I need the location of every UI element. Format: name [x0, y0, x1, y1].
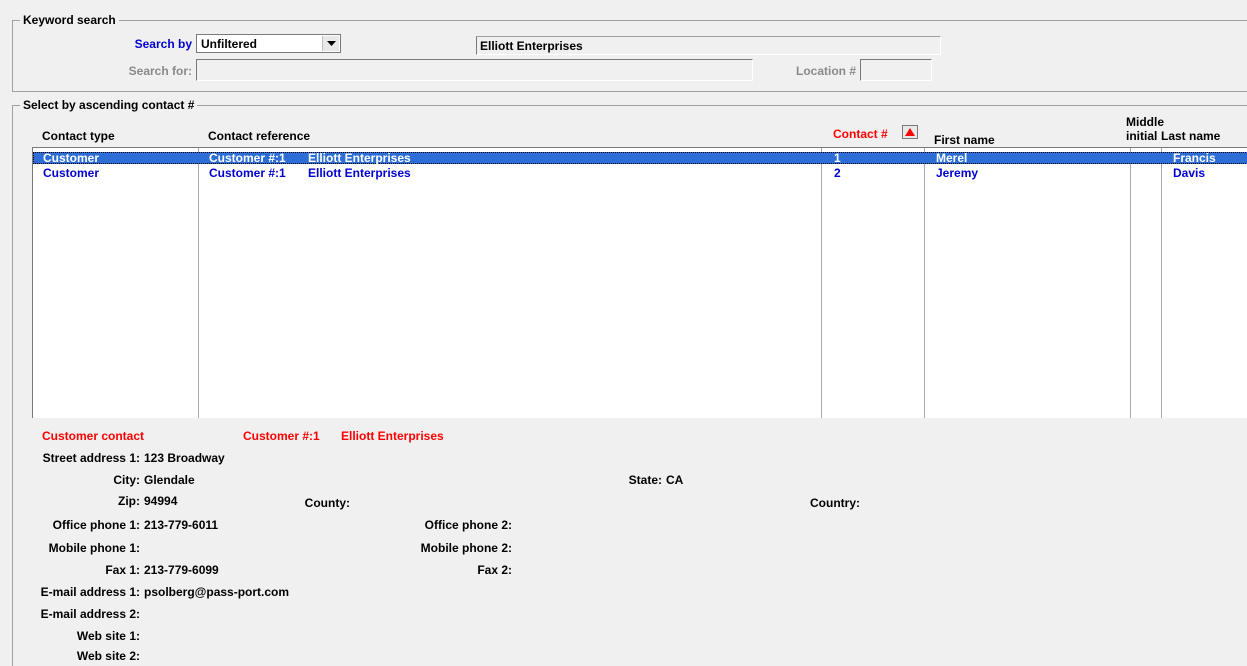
cell-last-name: Davis: [1173, 166, 1206, 180]
location-input[interactable]: [860, 59, 932, 81]
country-label: Country:: [810, 496, 860, 510]
header-contact-number[interactable]: Contact #: [833, 127, 888, 141]
office-phone1-label: Office phone 1:: [52, 518, 140, 532]
table-row[interactable]: Customer Customer #:1 Elliott Enterprise…: [33, 167, 1247, 179]
search-for-input[interactable]: [196, 59, 753, 81]
office-phone1-value: 213-779-6011: [144, 518, 219, 532]
zip-label: Zip:: [118, 494, 140, 508]
search-by-select[interactable]: Unfiltered: [196, 34, 341, 53]
street1-value: 123 Broadway: [144, 451, 225, 465]
cell-reference-number: Customer #:1: [209, 151, 286, 165]
website1-label: Web site 1:: [76, 629, 140, 643]
cell-contact-number: 1: [834, 151, 841, 165]
search-by-value: Unfiltered: [201, 37, 258, 51]
grid-column-divider: [198, 148, 199, 418]
chevron-down-icon: [326, 40, 336, 46]
email2-label: E-mail address 2:: [40, 607, 140, 621]
cell-first-name: Merel: [936, 151, 968, 165]
grid-column-divider: [1161, 148, 1162, 418]
email1-label: E-mail address 1:: [40, 585, 140, 599]
grid-column-divider: [821, 148, 822, 418]
header-middle-initial-line2[interactable]: initial: [1126, 129, 1157, 143]
keyword-search-group: [12, 20, 1247, 92]
city-value: Glendale: [144, 473, 195, 487]
sort-ascending-icon: [905, 128, 915, 136]
cell-reference-number: Customer #:1: [209, 166, 286, 180]
grid-column-divider: [924, 148, 925, 418]
detail-heading-type: Customer contact: [42, 429, 145, 443]
header-contact-type[interactable]: Contact type: [42, 129, 115, 143]
county-label: County:: [304, 496, 350, 510]
header-first-name[interactable]: First name: [934, 133, 995, 147]
cell-contact-type: Customer: [43, 151, 100, 165]
cell-last-name: Francis: [1173, 151, 1216, 165]
sort-button[interactable]: [902, 125, 918, 139]
cell-contact-number: 2: [834, 166, 841, 180]
cell-contact-type: Customer: [43, 166, 100, 180]
office-phone2-label: Office phone 2:: [424, 518, 512, 532]
street1-label: Street address 1:: [42, 451, 140, 465]
selected-name-text: Elliott Enterprises: [480, 39, 583, 53]
fax1-value: 213-779-6099: [144, 563, 219, 577]
fax1-label: Fax 1:: [105, 563, 140, 577]
state-label: State:: [628, 473, 662, 487]
cell-first-name: Jeremy: [936, 166, 979, 180]
city-label: City:: [113, 473, 140, 487]
search-by-dropdown-button[interactable]: [322, 36, 339, 51]
cell-reference-name: Elliott Enterprises: [308, 151, 411, 165]
location-label: Location #: [795, 64, 856, 78]
header-middle-initial-line1[interactable]: Middle: [1126, 115, 1164, 129]
grid-column-divider: [1130, 148, 1131, 418]
mobile-phone1-label: Mobile phone 1:: [48, 541, 140, 555]
header-last-name[interactable]: Last name: [1161, 129, 1220, 143]
detail-heading-ref-name: Elliott Enterprises: [341, 429, 444, 443]
state-value: CA: [666, 473, 684, 487]
detail-heading-ref-number: Customer #:1: [243, 429, 320, 443]
table-row[interactable]: Customer Customer #:1 Elliott Enterprise…: [33, 152, 1247, 164]
zip-value: 94994: [144, 494, 178, 508]
fax2-label: Fax 2:: [477, 563, 512, 577]
selected-name-display: Elliott Enterprises: [476, 36, 941, 55]
cell-reference-name: Elliott Enterprises: [308, 166, 411, 180]
header-contact-reference[interactable]: Contact reference: [208, 129, 310, 143]
search-for-label: Search for:: [128, 64, 192, 78]
keyword-search-legend: Keyword search: [20, 13, 119, 27]
email1-value: psolberg@pass-port.com: [144, 585, 290, 599]
search-by-label: Search by: [134, 37, 192, 51]
website2-label: Web site 2:: [76, 649, 140, 663]
contact-list-legend: Select by ascending contact #: [20, 98, 198, 112]
mobile-phone2-label: Mobile phone 2:: [420, 541, 512, 555]
contact-grid[interactable]: Customer Customer #:1 Elliott Enterprise…: [32, 147, 1247, 418]
